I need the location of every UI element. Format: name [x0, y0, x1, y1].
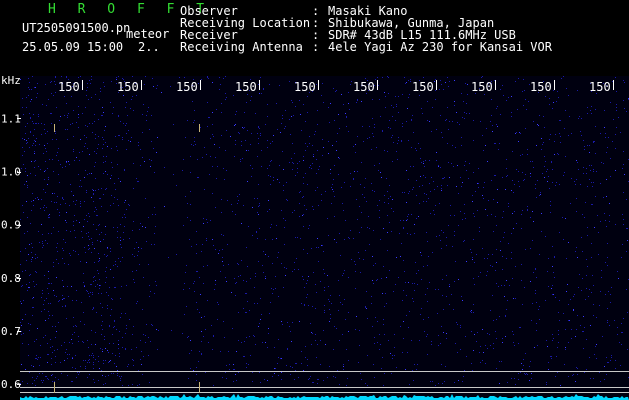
x-tick-label: 150: [235, 80, 257, 94]
y-unit-label: kHz: [1, 74, 21, 87]
x-tick-label: 150: [471, 80, 493, 94]
hrofft-spectrogram-screen: H R O F F T UT2505091500.pn meteor 25.05…: [0, 0, 629, 400]
x-tick-label: 150: [294, 80, 316, 94]
spectrogram-plot: 1501501501501501501501501501501510 kHz1.…: [1, 74, 629, 400]
y-axis-ticks: kHz1.11.00.90.80.70.6: [1, 74, 21, 391]
x-tick-label: 150: [353, 80, 375, 94]
x-tick-label: 150: [176, 80, 198, 94]
x-tick-label: 150: [589, 80, 611, 94]
x-tick-label: 150: [58, 80, 80, 94]
x-tick-label: 150: [530, 80, 552, 94]
x-tick-label: 150: [412, 80, 434, 94]
x-tick-label: 150: [117, 80, 139, 94]
